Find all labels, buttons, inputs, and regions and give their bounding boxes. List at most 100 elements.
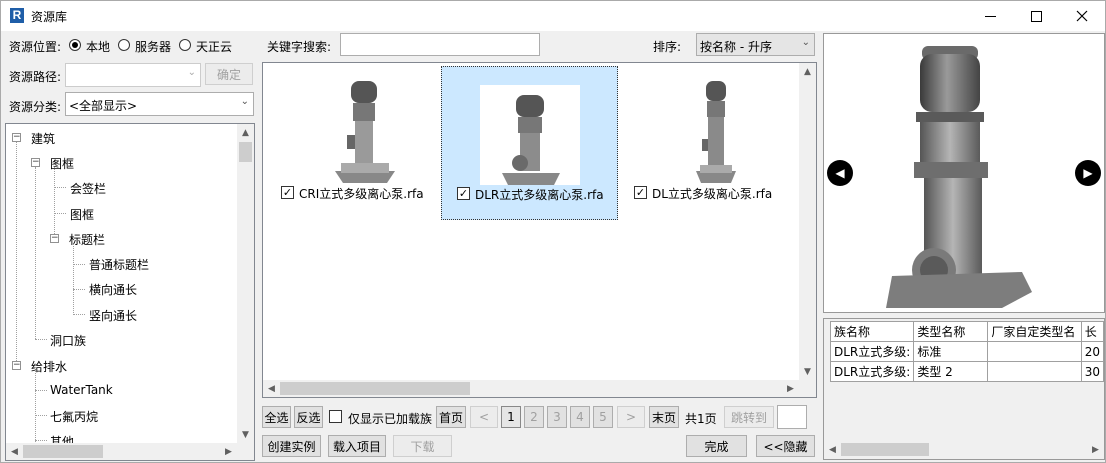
sort-select[interactable]: 按名称 - 升序 ⌄ [696,33,815,56]
minimize-button[interactable] [967,1,1013,31]
scroll-left-icon[interactable]: ◀ [6,443,23,460]
invert-selection-button[interactable]: 反选 [294,406,323,428]
item-name: DLR立式多级离心泵.rfa [475,188,604,202]
path-confirm-button[interactable]: 确定 [205,63,253,85]
scroll-thumb[interactable] [239,142,252,162]
tree-guide [73,264,85,265]
grid-hscrollbar[interactable]: ◀ ▶ [263,380,799,397]
column-header[interactable]: 类型名称 [913,321,989,342]
maximize-button[interactable] [1013,1,1059,31]
collapse-icon[interactable]: − [12,361,21,370]
tree-node-frame[interactable]: 图框 [50,155,74,172]
column-header[interactable]: 厂家自定类型名 [987,321,1082,342]
location-server-radio[interactable] [118,39,130,51]
table-row[interactable]: DLR立式多级: 标准 20 [829,341,1104,362]
scroll-right-icon[interactable]: ▶ [782,380,799,397]
prev-page-button[interactable]: < [470,406,498,428]
chevron-down-icon: ⌄ [240,96,249,107]
prev-image-button[interactable]: ◀ [827,160,853,186]
tree-node-countersign[interactable]: 会签栏 [70,180,106,197]
scroll-up-icon[interactable]: ▲ [799,63,816,80]
type-table: 族名称 类型名称 厂家自定类型名 长 DLR立式多级: 标准 20 DLR立式多… [829,321,1104,382]
page-button-2[interactable]: 2 [524,406,544,428]
scroll-left-icon[interactable]: ◀ [824,441,841,458]
hide-button[interactable]: <<隐藏 [756,435,815,457]
scroll-left-icon[interactable]: ◀ [263,380,280,397]
collapse-icon[interactable]: − [31,158,40,167]
title-bar: R 资源库 [1,1,1105,31]
scroll-up-icon[interactable]: ▲ [237,124,254,141]
path-select[interactable]: ⌄ [65,63,201,87]
chevron-down-icon: ⌄ [187,67,196,78]
tree-node-frame-sub[interactable]: 图框 [70,206,94,223]
scroll-thumb[interactable] [23,445,103,458]
table-cell[interactable]: 类型 2 [913,361,989,382]
scroll-right-icon[interactable]: ▶ [220,443,237,460]
collapse-icon[interactable]: − [12,133,21,142]
column-header[interactable]: 长 [1080,321,1104,342]
table-header: 族名称 类型名称 厂家自定类型名 长 [829,321,1104,342]
location-local-radio[interactable] [69,39,81,51]
last-page-button[interactable]: 末页 [649,406,679,428]
tree-guide [16,142,17,367]
chevron-right-icon: ▶ [1083,166,1093,180]
load-into-project-button[interactable]: 载入项目 [328,435,386,457]
page-button-4[interactable]: 4 [570,406,590,428]
table-cell[interactable]: 30 [1080,361,1104,382]
done-button[interactable]: 完成 [686,435,747,457]
tree-guide [35,390,47,391]
page-button-5[interactable]: 5 [593,406,613,428]
jump-to-button[interactable]: 跳转到 [724,406,774,428]
item-checkbox[interactable]: ✓ [457,187,470,200]
item-checkbox[interactable]: ✓ [281,186,294,199]
table-row[interactable]: DLR立式多级: 类型 2 30 [829,361,1104,382]
tree-node-vertical[interactable]: 竖向通长 [89,307,137,324]
first-page-button[interactable]: 首页 [436,406,466,428]
next-page-button[interactable]: > [617,406,645,428]
tree-node-heptafluoropropane[interactable]: 七氟丙烷 [50,408,98,425]
tree-hscrollbar[interactable]: ◀ ▶ [6,443,237,460]
scroll-right-icon[interactable]: ▶ [1087,441,1104,458]
table-cell[interactable]: 20 [1080,341,1104,362]
table-hscrollbar[interactable]: ◀ ▶ [824,441,1104,458]
select-all-button[interactable]: 全选 [262,406,291,428]
table-cell[interactable] [987,341,1082,362]
jump-page-input[interactable] [777,405,807,429]
tree-node-opening[interactable]: 洞口族 [50,332,86,349]
category-select[interactable]: <全部显示> ⌄ [65,92,254,116]
resource-item[interactable]: ✓ DL立式多级离心泵.rfa [626,69,796,217]
page-button-3[interactable]: 3 [547,406,567,428]
tree-node-watertank[interactable]: WaterTank [50,383,113,397]
close-button[interactable] [1059,1,1105,31]
search-input[interactable] [340,33,540,56]
grid-vscrollbar[interactable]: ▲ ▼ [799,63,816,380]
tree-node-architecture[interactable]: 建筑 [31,130,55,147]
table-cell[interactable] [987,361,1082,382]
item-checkbox[interactable]: ✓ [634,186,647,199]
table-cell[interactable]: DLR立式多级: [829,361,915,382]
only-loaded-checkbox[interactable] [329,410,342,423]
page-button-1[interactable]: 1 [501,406,521,428]
table-cell[interactable]: DLR立式多级: [829,341,915,362]
tree-node-title-block[interactable]: 标题栏 [69,231,105,248]
next-image-button[interactable]: ▶ [1075,160,1101,186]
scroll-thumb[interactable] [280,382,470,395]
tree-node-horizontal[interactable]: 横向通长 [89,281,137,298]
scroll-down-icon[interactable]: ▼ [799,363,816,380]
maximize-icon [1030,10,1042,22]
resource-item[interactable]: ✓ CRI立式多级离心泵.rfa [275,69,443,217]
create-instance-button[interactable]: 创建实例 [262,435,321,457]
chevron-left-icon: ◀ [835,166,845,180]
tree-node-normal-title[interactable]: 普通标题栏 [89,256,149,273]
scroll-down-icon[interactable]: ▼ [237,426,254,443]
table-cell[interactable]: 标准 [913,341,989,362]
scroll-thumb[interactable] [841,443,929,456]
type-table-panel: 族名称 类型名称 厂家自定类型名 长 DLR立式多级: 标准 20 DLR立式多… [823,318,1105,460]
download-button[interactable]: 下载 [393,435,452,457]
collapse-icon[interactable]: − [50,234,59,243]
tree-node-plumbing[interactable]: 给排水 [31,358,67,375]
tree-vscrollbar[interactable]: ▲ ▼ [237,124,254,443]
location-cloud-radio[interactable] [179,39,191,51]
resource-item-selected[interactable]: ✓ DLR立式多级离心泵.rfa [441,66,618,220]
column-header[interactable]: 族名称 [829,321,915,342]
